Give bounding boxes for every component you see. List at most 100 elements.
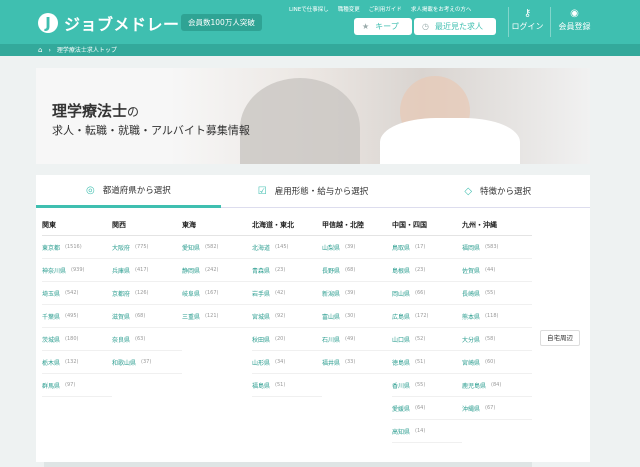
prefecture-link[interactable]: 宮崎県 (60) [462, 351, 532, 374]
job-count: (51) [415, 359, 426, 365]
prefecture-link[interactable]: 広島県 (172) [392, 305, 462, 328]
site-logo[interactable]: J ジョブメドレー [38, 11, 180, 35]
prefecture-link[interactable]: 島根県 (23) [392, 259, 462, 282]
tab-employment-type[interactable]: ☑ 雇用形態・給与から選択 [220, 175, 406, 208]
prefecture-name: 新潟県 [322, 290, 341, 298]
prefecture-link[interactable]: 長崎県 (55) [462, 282, 532, 305]
home-area-button[interactable]: 自宅周辺 [540, 330, 580, 346]
prefecture-link[interactable]: 東京都 (1516) [42, 236, 112, 259]
prefecture-link[interactable]: 徳島県 (51) [392, 351, 462, 374]
prefecture-link[interactable]: 京都府 (126) [112, 282, 182, 305]
prefecture-link[interactable]: 大分県 (58) [462, 328, 532, 351]
login-button[interactable]: ⚷ ログイン [508, 7, 546, 37]
page-subtitle: 求人・転職・就職・アルバイト募集情報 [52, 124, 250, 137]
job-count: (66) [415, 290, 426, 296]
prefecture-name: 広島県 [392, 313, 411, 321]
job-count: (42) [275, 290, 286, 296]
keep-label: キープ [375, 22, 399, 31]
prefecture-link[interactable]: 愛知県 (582) [182, 236, 252, 259]
prefecture-name: 佐賀県 [462, 267, 481, 275]
star-icon: ★ [362, 22, 370, 31]
tab-features[interactable]: ◇ 特徴から選択 [405, 175, 591, 208]
prefecture-link[interactable]: 高知県 (14) [392, 420, 462, 443]
prefecture-link[interactable]: 奈良県 (63) [112, 328, 182, 351]
job-count: (23) [415, 267, 426, 273]
prefecture-link[interactable]: 石川県 (49) [322, 328, 392, 351]
job-count: (67) [485, 405, 496, 411]
prefecture-link[interactable]: 群馬県 (97) [42, 374, 112, 397]
prefecture-name: 奈良県 [112, 336, 131, 344]
job-count: (68) [135, 313, 146, 319]
prefecture-link[interactable]: 栃木県 (132) [42, 351, 112, 374]
breadcrumb-separator-icon: › [48, 47, 51, 54]
prefecture-name: 静岡県 [182, 267, 201, 275]
prefecture-name: 兵庫県 [112, 267, 131, 275]
prefecture-link[interactable]: 山口県 (52) [392, 328, 462, 351]
prefecture-link[interactable]: 滋賀県 (68) [112, 305, 182, 328]
prefecture-link[interactable]: 兵庫県 (417) [112, 259, 182, 282]
user-guide-link[interactable]: ご利用ガイド [369, 5, 402, 13]
job-count: (20) [275, 336, 286, 342]
job-count: (126) [135, 290, 149, 296]
prefecture-link[interactable]: 沖縄県 (67) [462, 397, 532, 420]
prefecture-name: 長野県 [322, 267, 341, 275]
line-job-search-link[interactable]: LINEで仕事探し [289, 5, 329, 13]
prefecture-link[interactable]: 佐賀県 (44) [462, 259, 532, 282]
prefecture-link[interactable]: 鹿児島県 (84) [462, 374, 532, 397]
prefecture-link[interactable]: 埼玉県 (542) [42, 282, 112, 305]
prefecture-link[interactable]: 静岡県 (242) [182, 259, 252, 282]
prefecture-name: 栃木県 [42, 359, 61, 367]
job-count: (44) [485, 267, 496, 273]
prefecture-link[interactable]: 千葉県 (495) [42, 305, 112, 328]
prefecture-link[interactable]: 山形県 (34) [252, 351, 322, 374]
prefecture-link[interactable]: 富山県 (30) [322, 305, 392, 328]
prefecture-link[interactable]: 福井県 (33) [322, 351, 392, 374]
job-count: (121) [205, 313, 219, 319]
job-count: (84) [491, 382, 502, 388]
employer-link[interactable]: 求人掲載をお考えの方へ [411, 5, 472, 13]
hero-banner: 理学療法士の 求人・転職・就職・アルバイト募集情報 [36, 68, 590, 164]
prefecture-link[interactable]: 愛媛県 (64) [392, 397, 462, 420]
prefecture-link[interactable]: 大阪府 (775) [112, 236, 182, 259]
job-count: (17) [415, 244, 426, 250]
prefecture-link[interactable]: 岩手県 (42) [252, 282, 322, 305]
prefecture-link[interactable]: 福岡県 (583) [462, 236, 532, 259]
job-count: (30) [345, 313, 356, 319]
prefecture-link[interactable]: 岡山県 (66) [392, 282, 462, 305]
prefecture-link[interactable]: 福島県 (51) [252, 374, 322, 397]
prefecture-link[interactable]: 和歌山県 (37) [112, 351, 182, 374]
prefecture-link[interactable]: 岐阜県 (167) [182, 282, 252, 305]
prefecture-name: 大分県 [462, 336, 481, 344]
prefecture-name: 岩手県 [252, 290, 271, 298]
prefecture-link[interactable]: 山梨県 (39) [322, 236, 392, 259]
logo-text: ジョブメドレー [64, 15, 180, 34]
prefecture-link[interactable]: 北海道 (145) [252, 236, 322, 259]
job-count: (145) [275, 244, 289, 250]
change-occupation-link[interactable]: 職種変更 [338, 5, 360, 13]
keep-button[interactable]: ★ キープ [354, 18, 412, 35]
tab-prefecture[interactable]: ◎ 都道府県から選択 [36, 175, 221, 208]
prefecture-link[interactable]: 熊本県 (118) [462, 305, 532, 328]
prefecture-link[interactable]: 秋田県 (20) [252, 328, 322, 351]
prefecture-link[interactable]: 神奈川県 (939) [42, 259, 112, 282]
home-icon[interactable]: ⌂ [38, 46, 42, 54]
prefecture-link[interactable]: 新潟県 (39) [322, 282, 392, 305]
prefecture-link[interactable]: 青森県 (23) [252, 259, 322, 282]
region-title: 関東 [42, 220, 112, 236]
prefecture-link[interactable]: 長野県 (68) [322, 259, 392, 282]
prefecture-link[interactable]: 宮城県 (92) [252, 305, 322, 328]
title-suffix: の [127, 105, 140, 119]
prefecture-link[interactable]: 茨城県 (180) [42, 328, 112, 351]
search-tabs: ◎ 都道府県から選択 ☑ 雇用形態・給与から選択 ◇ 特徴から選択 [36, 175, 591, 208]
tab-features-label: 特徴から選択 [480, 187, 532, 197]
prefecture-link[interactable]: 鳥取県 (17) [392, 236, 462, 259]
job-count: (58) [485, 336, 496, 342]
prefecture-link[interactable]: 香川県 (55) [392, 374, 462, 397]
recent-jobs-button[interactable]: ◷ 最近見た求人 [414, 18, 496, 35]
prefecture-link[interactable]: 三重県 (121) [182, 305, 252, 328]
register-button[interactable]: ◉ 会員登録 [550, 7, 598, 37]
prefecture-name: 東京都 [42, 244, 61, 252]
tab-employment-type-label: 雇用形態・給与から選択 [274, 187, 369, 197]
job-count: (118) [485, 313, 499, 319]
prefecture-name: 鳥取県 [392, 244, 411, 252]
